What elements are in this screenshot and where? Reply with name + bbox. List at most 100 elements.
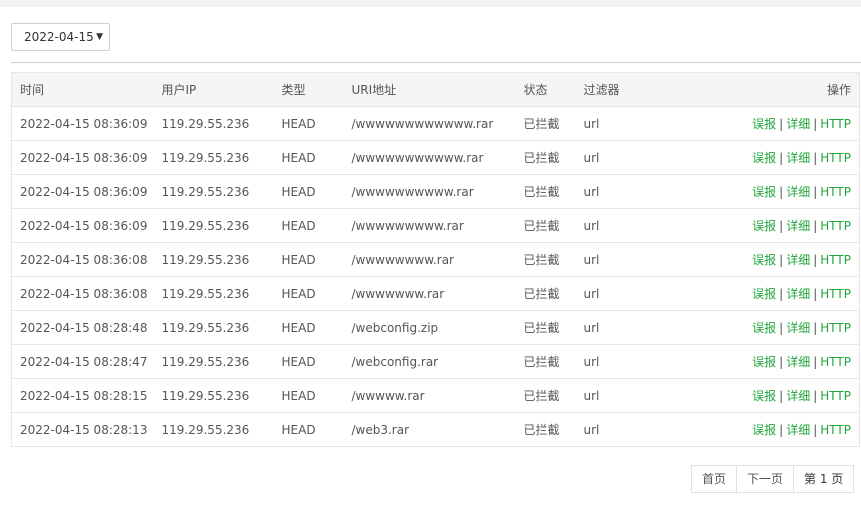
next-page-button[interactable]: 下一页 bbox=[736, 465, 795, 493]
cell-type: HEAD bbox=[281, 140, 352, 175]
detail-link[interactable]: 详细 bbox=[786, 117, 810, 131]
action-separator: | bbox=[779, 287, 784, 301]
action-separator: | bbox=[813, 117, 818, 131]
http-link[interactable]: HTTP bbox=[820, 151, 851, 165]
detail-link[interactable]: 详细 bbox=[786, 287, 810, 301]
report-link[interactable]: 误报 bbox=[752, 423, 776, 437]
report-link[interactable]: 误报 bbox=[752, 287, 776, 301]
http-link[interactable]: HTTP bbox=[820, 253, 851, 267]
action-separator: | bbox=[813, 185, 818, 199]
cell-ip: 119.29.55.236 bbox=[161, 412, 282, 447]
action-separator: | bbox=[779, 389, 784, 403]
cell-status: 已拦截 bbox=[523, 310, 584, 345]
cell-type: HEAD bbox=[281, 310, 352, 345]
action-separator: | bbox=[813, 151, 818, 165]
cell-actions: 误报 | 详细 | HTTP bbox=[683, 276, 860, 311]
cell-actions: 误报 | 详细 | HTTP bbox=[683, 378, 860, 413]
cell-filter: url bbox=[583, 310, 684, 345]
report-link[interactable]: 误报 bbox=[752, 355, 776, 369]
table-header-row: 时间 用户IP 类型 URI地址 状态 过滤器 操作 bbox=[11, 72, 860, 107]
http-link[interactable]: HTTP bbox=[820, 389, 851, 403]
report-link[interactable]: 误报 bbox=[752, 389, 776, 403]
cell-actions: 误报 | 详细 | HTTP bbox=[683, 208, 860, 243]
http-link[interactable]: HTTP bbox=[820, 185, 851, 199]
header-status: 状态 bbox=[523, 72, 584, 107]
report-link[interactable]: 误报 bbox=[752, 253, 776, 267]
detail-link[interactable]: 详细 bbox=[786, 151, 810, 165]
detail-link[interactable]: 详细 bbox=[786, 219, 810, 233]
action-separator: | bbox=[813, 355, 818, 369]
cell-ip: 119.29.55.236 bbox=[161, 344, 282, 379]
cell-status: 已拦截 bbox=[523, 412, 584, 447]
detail-link[interactable]: 详细 bbox=[786, 321, 810, 335]
action-separator: | bbox=[813, 287, 818, 301]
detail-link[interactable]: 详细 bbox=[786, 389, 810, 403]
action-separator: | bbox=[779, 219, 784, 233]
detail-link[interactable]: 详细 bbox=[786, 185, 810, 199]
table-row: 2022-04-15 08:28:48 119.29.55.236 HEAD/web… bbox=[11, 310, 860, 345]
cell-type: HEAD bbox=[281, 276, 352, 311]
date-select-value: 2022-04-15 bbox=[24, 30, 94, 44]
cell-uri: /wwwwwww.rar bbox=[351, 276, 524, 311]
http-link[interactable]: HTTP bbox=[820, 117, 851, 131]
cell-filter: url bbox=[583, 208, 684, 243]
detail-link[interactable]: 详细 bbox=[786, 253, 810, 267]
detail-link[interactable]: 详细 bbox=[786, 423, 810, 437]
http-link[interactable]: HTTP bbox=[820, 355, 851, 369]
header-actions: 操作 bbox=[683, 72, 860, 107]
report-link[interactable]: 误报 bbox=[752, 219, 776, 233]
current-page-indicator: 第 1 页 bbox=[793, 465, 855, 493]
cell-uri: /webconfig.rar bbox=[351, 344, 524, 379]
cell-uri: /wwwww.rar bbox=[351, 378, 524, 413]
log-table: 时间 用户IP 类型 URI地址 状态 过滤器 操作 2022-04-15 08… bbox=[11, 72, 860, 447]
cell-filter: url bbox=[583, 242, 684, 277]
http-link[interactable]: HTTP bbox=[820, 219, 851, 233]
table-body: 2022-04-15 08:36:09 119.29.55.236 HEAD/www… bbox=[11, 106, 860, 447]
header-ip: 用户IP bbox=[161, 72, 282, 107]
cell-status: 已拦截 bbox=[523, 378, 584, 413]
caret-down-icon: ▼ bbox=[96, 32, 103, 42]
table-row: 2022-04-15 08:36:08 119.29.55.236 HEAD/www… bbox=[11, 276, 860, 311]
cell-time: 2022-04-15 08:28:48 bbox=[11, 310, 162, 345]
cell-time: 2022-04-15 08:36:08 bbox=[11, 242, 162, 277]
http-link[interactable]: HTTP bbox=[820, 321, 851, 335]
cell-filter: url bbox=[583, 174, 684, 209]
report-link[interactable]: 误报 bbox=[752, 151, 776, 165]
cell-filter: url bbox=[583, 344, 684, 379]
cell-ip: 119.29.55.236 bbox=[161, 276, 282, 311]
cell-status: 已拦截 bbox=[523, 106, 584, 141]
http-link[interactable]: HTTP bbox=[820, 423, 851, 437]
cell-ip: 119.29.55.236 bbox=[161, 242, 282, 277]
cell-type: HEAD bbox=[281, 344, 352, 379]
cell-actions: 误报 | 详细 | HTTP bbox=[683, 242, 860, 277]
action-separator: | bbox=[813, 219, 818, 233]
cell-ip: 119.29.55.236 bbox=[161, 140, 282, 175]
pagination: 首页 下一页 第 1 页 bbox=[691, 465, 855, 493]
cell-actions: 误报 | 详细 | HTTP bbox=[683, 344, 860, 379]
first-page-button[interactable]: 首页 bbox=[691, 465, 738, 493]
cell-filter: url bbox=[583, 276, 684, 311]
action-separator: | bbox=[813, 389, 818, 403]
cell-filter: url bbox=[583, 412, 684, 447]
action-separator: | bbox=[779, 151, 784, 165]
report-link[interactable]: 误报 bbox=[752, 321, 776, 335]
table-row: 2022-04-15 08:28:13 119.29.55.236 HEAD/web… bbox=[11, 412, 860, 447]
table-row: 2022-04-15 08:36:09 119.29.55.236 HEAD/www… bbox=[11, 174, 860, 209]
cell-time: 2022-04-15 08:36:09 bbox=[11, 208, 162, 243]
http-link[interactable]: HTTP bbox=[820, 287, 851, 301]
report-link[interactable]: 误报 bbox=[752, 185, 776, 199]
table-row: 2022-04-15 08:28:15 119.29.55.236 HEAD/www… bbox=[11, 378, 860, 413]
cell-time: 2022-04-15 08:36:09 bbox=[11, 106, 162, 141]
date-select[interactable]: 2022-04-15 ▼ bbox=[11, 23, 110, 51]
detail-link[interactable]: 详细 bbox=[786, 355, 810, 369]
cell-time: 2022-04-15 08:28:47 bbox=[11, 344, 162, 379]
cell-type: HEAD bbox=[281, 174, 352, 209]
cell-actions: 误报 | 详细 | HTTP bbox=[683, 140, 860, 175]
cell-ip: 119.29.55.236 bbox=[161, 310, 282, 345]
cell-uri: /wwwwwwwwwww.rar bbox=[351, 140, 524, 175]
report-link[interactable]: 误报 bbox=[752, 117, 776, 131]
action-separator: | bbox=[779, 423, 784, 437]
action-separator: | bbox=[779, 117, 784, 131]
cell-uri: /wwwwwwwwwwww.rar bbox=[351, 106, 524, 141]
header-time: 时间 bbox=[11, 72, 162, 107]
